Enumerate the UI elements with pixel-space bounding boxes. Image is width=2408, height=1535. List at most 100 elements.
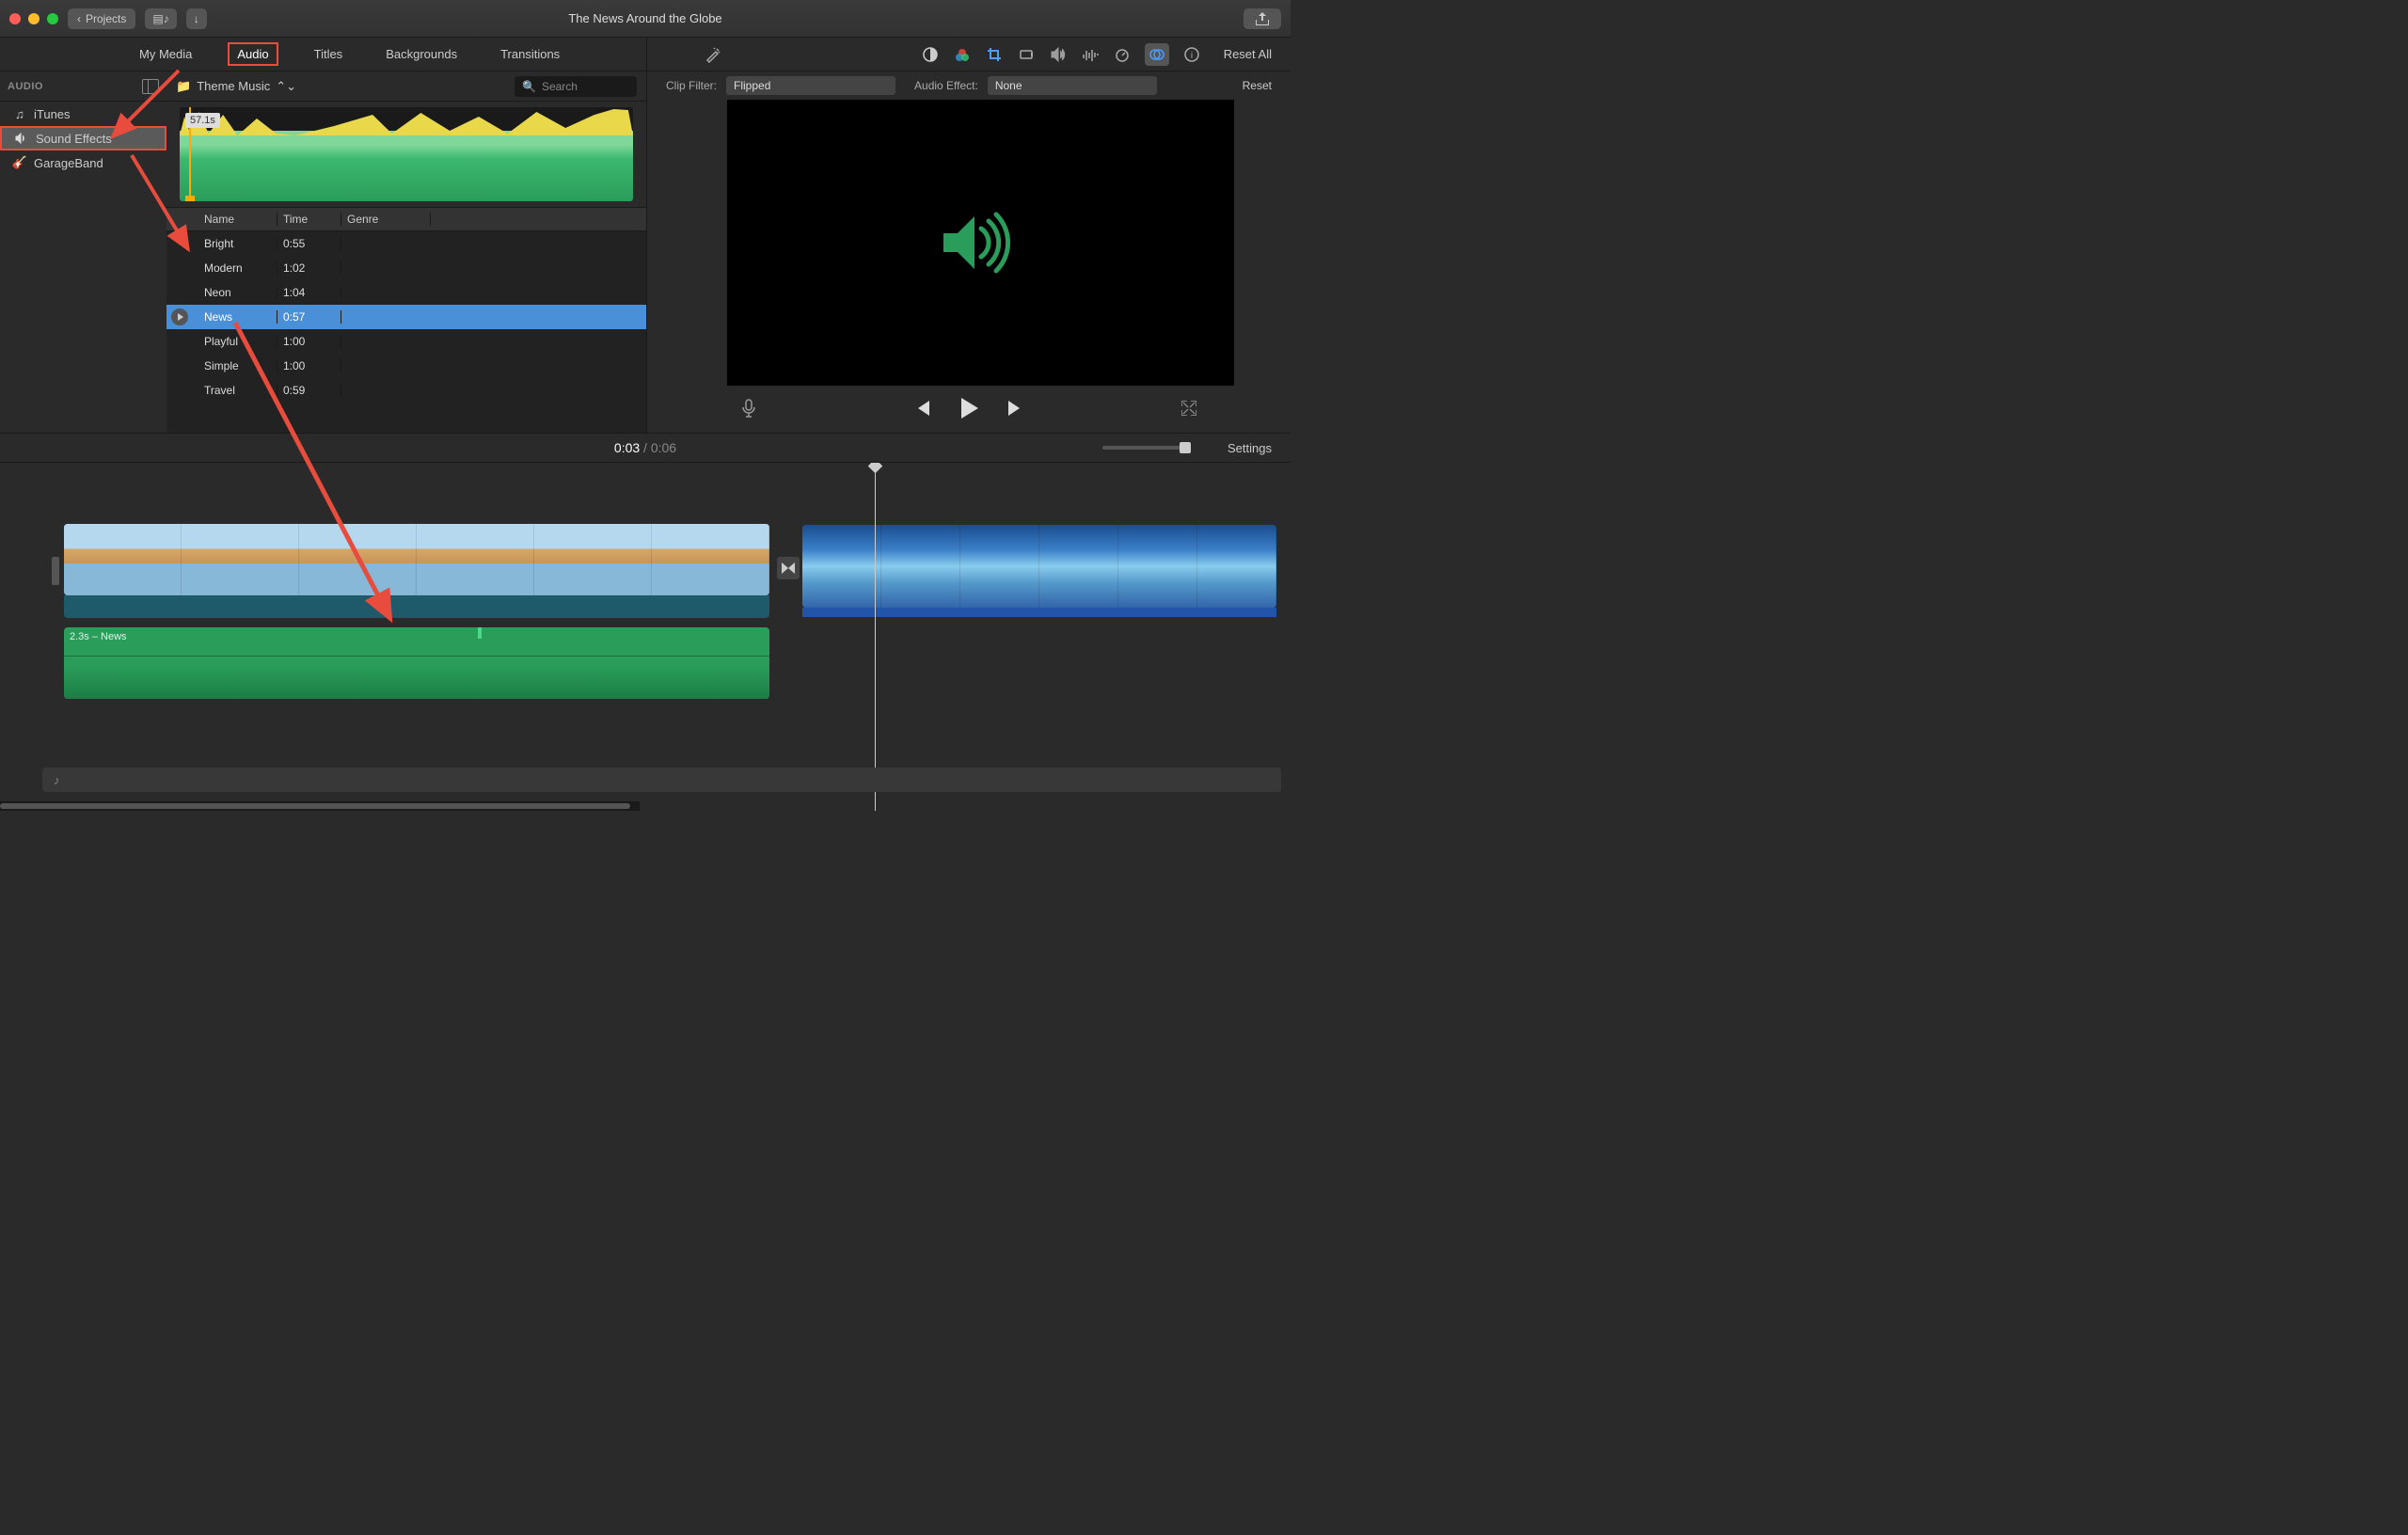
list-item[interactable]: Neon1:04 — [166, 280, 646, 305]
sidebar-item-sound-effects[interactable]: Sound Effects — [0, 126, 166, 150]
clip-thumbnail — [1118, 525, 1197, 608]
scrollbar-thumb[interactable] — [0, 803, 630, 809]
adjust-toolbar: i Reset All — [647, 38, 1291, 71]
titlebar: ‹ Projects ▤♪ ↓ The News Around the Glob… — [0, 0, 1291, 38]
tab-my-media[interactable]: My Media — [132, 44, 199, 64]
voiceover-icon[interactable] — [741, 399, 756, 420]
speaker-icon — [15, 132, 28, 145]
audio-browser: 📁 Theme Music ⌃⌄ 🔍 Search 57.1s — [166, 71, 646, 433]
tabs-row: My Media Audio Titles Backgrounds Transi… — [0, 38, 1291, 71]
guitar-icon: 🎸 — [13, 156, 26, 169]
waveform-preview[interactable]: 57.1s — [180, 107, 633, 201]
audio-clip-news[interactable]: 2.3s – News — [64, 627, 769, 699]
sidebar-toggle-icon[interactable] — [142, 79, 159, 94]
clip-handle[interactable] — [52, 557, 59, 585]
sidebar-item-garageband[interactable]: 🎸 GarageBand — [0, 150, 166, 175]
audio-effect-select[interactable]: None — [988, 76, 1157, 95]
clip-thumbnail — [182, 524, 299, 595]
list-item[interactable]: Modern1:02 — [166, 256, 646, 280]
waveform-peaks — [180, 107, 633, 135]
minimize-window-icon[interactable] — [28, 13, 40, 24]
filters-row: Clip Filter: Flipped Audio Effect: None … — [647, 71, 1291, 100]
prev-button[interactable] — [914, 401, 931, 419]
column-time[interactable]: Time — [277, 213, 341, 226]
zoom-slider[interactable] — [1102, 446, 1187, 450]
clip-thumbnail — [534, 524, 652, 595]
transport-controls — [647, 386, 1291, 433]
info-icon[interactable]: i — [1182, 45, 1201, 64]
settings-button[interactable]: Settings — [1228, 441, 1272, 455]
next-button[interactable] — [1006, 401, 1023, 419]
svg-text:i: i — [1191, 51, 1193, 61]
clip-filter-select[interactable]: Flipped — [726, 76, 895, 95]
clip-thumbnail — [881, 525, 960, 608]
list-item[interactable]: Travel0:59 — [166, 378, 646, 403]
list-item[interactable]: Simple1:00 — [166, 354, 646, 378]
play-preview-icon[interactable] — [171, 309, 188, 325]
media-tabs: My Media Audio Titles Backgrounds Transi… — [0, 38, 647, 71]
timeline[interactable]: 2.3s – News ♪ — [0, 463, 1291, 811]
clip-thumbnail — [1039, 525, 1118, 608]
clip-audio-track[interactable] — [64, 595, 769, 618]
folder-icon: 📁 — [176, 79, 191, 94]
clip-filter-icon[interactable] — [1145, 43, 1169, 66]
list-item[interactable]: Playful1:00 — [166, 329, 646, 354]
project-title: The News Around the Globe — [568, 11, 721, 25]
close-window-icon[interactable] — [9, 13, 21, 24]
timeline-playhead[interactable] — [875, 463, 876, 811]
tab-titles[interactable]: Titles — [307, 44, 351, 64]
speed-icon[interactable] — [1113, 45, 1132, 64]
background-music-well[interactable]: ♪ — [42, 768, 1281, 792]
fullscreen-icon[interactable] — [1181, 401, 1196, 419]
video-clip-2[interactable] — [802, 525, 1276, 608]
volume-icon[interactable] — [1049, 45, 1068, 64]
stabilization-icon[interactable] — [1017, 45, 1036, 64]
import-button[interactable]: ↓ — [186, 8, 207, 29]
clip-thumbnail — [652, 524, 769, 595]
folder-selector[interactable]: 📁 Theme Music ⌃⌄ — [176, 79, 296, 94]
tab-audio[interactable]: Audio — [228, 42, 277, 66]
noise-reduction-icon[interactable] — [1081, 45, 1100, 64]
color-balance-icon[interactable] — [921, 45, 940, 64]
list-item[interactable]: Bright0:55 — [166, 231, 646, 256]
clip-thumbnail — [417, 524, 534, 595]
tab-backgrounds[interactable]: Backgrounds — [378, 44, 465, 64]
column-name[interactable]: Name — [193, 213, 277, 226]
reset-all-button[interactable]: Reset All — [1224, 47, 1272, 61]
projects-button[interactable]: ‹ Projects — [68, 8, 135, 29]
volume-line[interactable] — [64, 656, 769, 657]
share-button[interactable] — [1244, 8, 1281, 29]
audio-list: Bright0:55 Modern1:02 Neon1:04 News0:57 … — [166, 231, 646, 433]
tab-transitions[interactable]: Transitions — [493, 44, 567, 64]
column-genre[interactable]: Genre — [341, 213, 431, 226]
clip-thumbnail — [802, 525, 881, 608]
zoom-thumb[interactable] — [1180, 442, 1191, 453]
preview-marker[interactable] — [185, 196, 195, 201]
list-item-selected[interactable]: News0:57 — [166, 305, 646, 329]
enhance-icon[interactable] — [704, 45, 722, 64]
clip-thumbnail — [1197, 525, 1276, 608]
sidebar-item-label: GarageBand — [34, 156, 103, 170]
reset-button[interactable]: Reset — [1243, 79, 1272, 92]
transition-block[interactable] — [777, 557, 800, 579]
audio-keyframe[interactable] — [478, 627, 482, 639]
audio-clip-label: 2.3s – News — [70, 631, 127, 642]
sidebar-item-label: iTunes — [34, 107, 71, 121]
preview-viewport[interactable] — [727, 100, 1234, 386]
browser-panel: AUDIO ♫ iTunes Sound Effects 🎸 GarageBan… — [0, 71, 647, 433]
video-clip-1[interactable] — [64, 524, 769, 595]
folder-name: Theme Music — [197, 79, 270, 93]
search-input[interactable]: 🔍 Search — [515, 76, 637, 97]
music-note-icon: ♪ — [54, 773, 60, 787]
chevron-updown-icon: ⌃⌄ — [276, 79, 296, 94]
crop-icon[interactable] — [985, 45, 1004, 64]
maximize-window-icon[interactable] — [47, 13, 58, 24]
library-view-button[interactable]: ▤♪ — [145, 8, 176, 29]
clip-audio-track[interactable] — [802, 608, 1276, 617]
sidebar-item-itunes[interactable]: ♫ iTunes — [0, 102, 166, 126]
projects-label: Projects — [86, 12, 126, 25]
color-correction-icon[interactable] — [953, 45, 972, 64]
horizontal-scrollbar[interactable] — [0, 801, 640, 811]
play-button[interactable] — [959, 398, 978, 421]
audio-effect-label: Audio Effect: — [914, 79, 978, 92]
